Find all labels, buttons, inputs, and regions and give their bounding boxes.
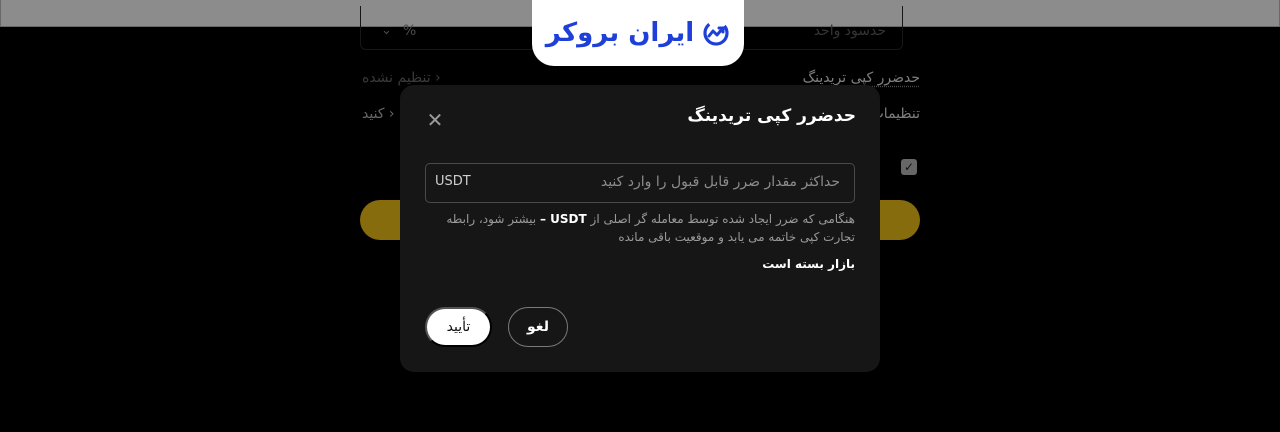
close-icon[interactable]: ✕	[424, 109, 446, 131]
market-status: بازار بسته است	[762, 257, 855, 271]
brand-logo[interactable]: ایران بروکر	[532, 0, 744, 66]
help-text-value: USDT –	[539, 212, 587, 226]
help-text: هنگامی که ضرر ایجاد شده توسط معامله گر ا…	[430, 210, 855, 246]
currency-unit: USDT	[435, 174, 471, 189]
max-loss-input[interactable]: حداکثر مقدار ضرر قابل قبول را وارد کنید …	[425, 163, 855, 203]
max-loss-placeholder: حداکثر مقدار ضرر قابل قبول را وارد کنید	[600, 174, 840, 190]
stop-loss-dialog: حدضرر کپی تریدینگ ✕ حداکثر مقدار ضرر قاب…	[400, 85, 880, 372]
confirm-button[interactable]: تأیید	[425, 307, 492, 347]
help-text-start: هنگامی که ضرر ایجاد شده توسط معامله گر ا…	[590, 212, 855, 226]
cancel-button[interactable]: لغو	[508, 307, 568, 347]
dialog-title: حدضرر کپی تریدینگ	[687, 106, 856, 126]
brand-name: ایران بروکر	[545, 18, 695, 48]
chart-trend-icon	[702, 19, 730, 47]
